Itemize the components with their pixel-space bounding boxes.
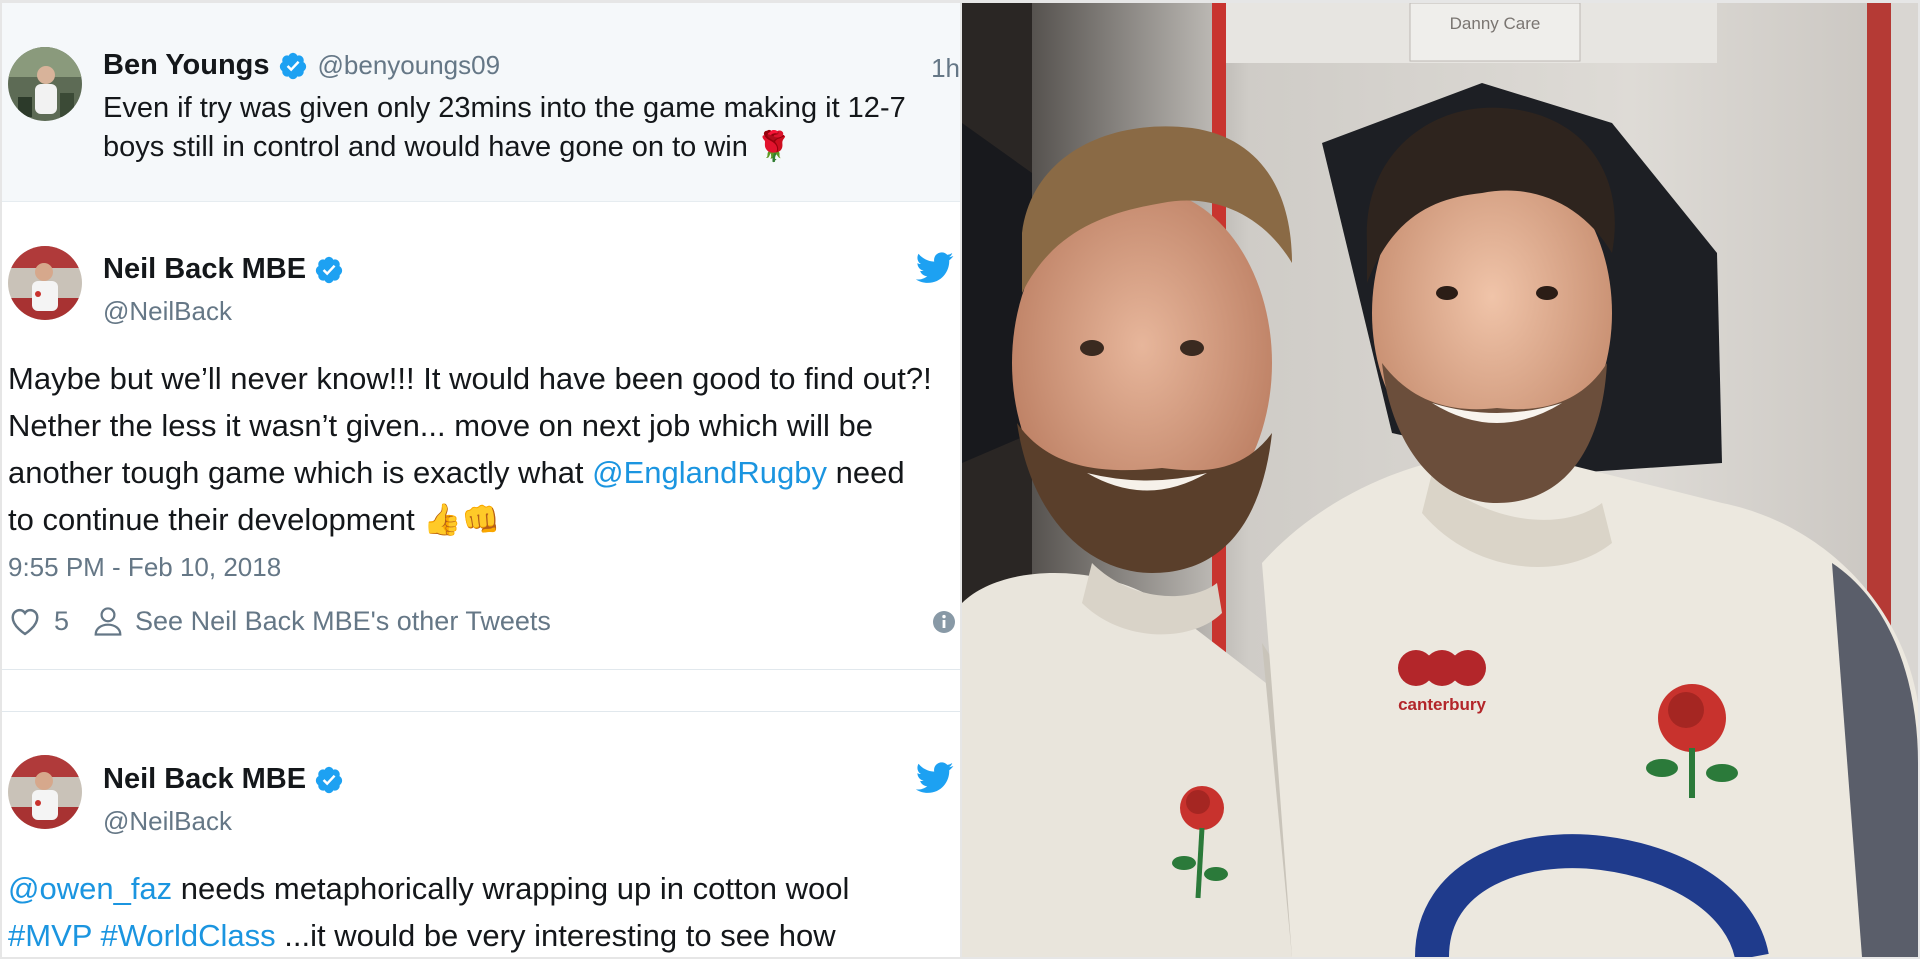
other-tweets-link[interactable]: See Neil Back MBE's other Tweets bbox=[135, 606, 551, 637]
twitter-bird-icon[interactable] bbox=[916, 252, 954, 284]
selfie-photo: Danny Care canterbury bbox=[962, 3, 1918, 957]
card-separator bbox=[2, 711, 960, 712]
reply-tweet[interactable]: Ben Youngs @benyoungs09 1h Even if try w… bbox=[2, 3, 960, 202]
twitter-bird-icon[interactable] bbox=[916, 762, 954, 794]
tweets-panel: Ben Youngs @benyoungs09 1h Even if try w… bbox=[2, 3, 960, 957]
author-name[interactable]: Neil Back MBE bbox=[103, 253, 306, 286]
profile-icon[interactable] bbox=[93, 605, 123, 637]
avatar[interactable] bbox=[8, 47, 82, 121]
avatar[interactable] bbox=[8, 246, 82, 320]
tweet-divider bbox=[2, 669, 960, 670]
tweet-text: Maybe but we’ll never know!!! It would h… bbox=[8, 361, 932, 537]
hashtag-link[interactable]: #WorldClass bbox=[100, 918, 275, 953]
verified-icon bbox=[315, 256, 343, 283]
mention-link[interactable]: @EnglandRugby bbox=[592, 455, 827, 490]
hashtag-link[interactable]: #MVP bbox=[8, 918, 92, 953]
shirt-brand: canterbury bbox=[1398, 695, 1486, 714]
like-heart-icon[interactable] bbox=[8, 606, 42, 636]
like-count[interactable]: 5 bbox=[54, 606, 69, 637]
verified-icon bbox=[315, 766, 343, 793]
author-name[interactable]: Ben Youngs bbox=[103, 49, 270, 82]
tweet-text: @owen_faz needs metaphorically wrapping … bbox=[8, 871, 850, 953]
tweet-text: Even if try was given only 23mins into t… bbox=[103, 92, 906, 163]
tweet-timestamp[interactable]: 9:55 PM - Feb 10, 2018 bbox=[8, 552, 281, 583]
photo-illustration: Danny Care canterbury bbox=[962, 3, 1918, 957]
verified-icon bbox=[279, 52, 306, 79]
locker-plaque: Danny Care bbox=[1450, 14, 1541, 33]
author-name[interactable]: Neil Back MBE bbox=[103, 763, 306, 796]
avatar[interactable] bbox=[8, 755, 82, 829]
author-handle[interactable]: @NeilBack bbox=[103, 296, 232, 327]
author-handle[interactable]: @benyoungs09 bbox=[318, 50, 501, 81]
mention-link[interactable]: @owen_faz bbox=[8, 871, 172, 906]
author-handle[interactable]: @NeilBack bbox=[103, 806, 232, 837]
tweet-time[interactable]: 1h bbox=[931, 53, 960, 84]
info-icon[interactable] bbox=[932, 610, 956, 634]
